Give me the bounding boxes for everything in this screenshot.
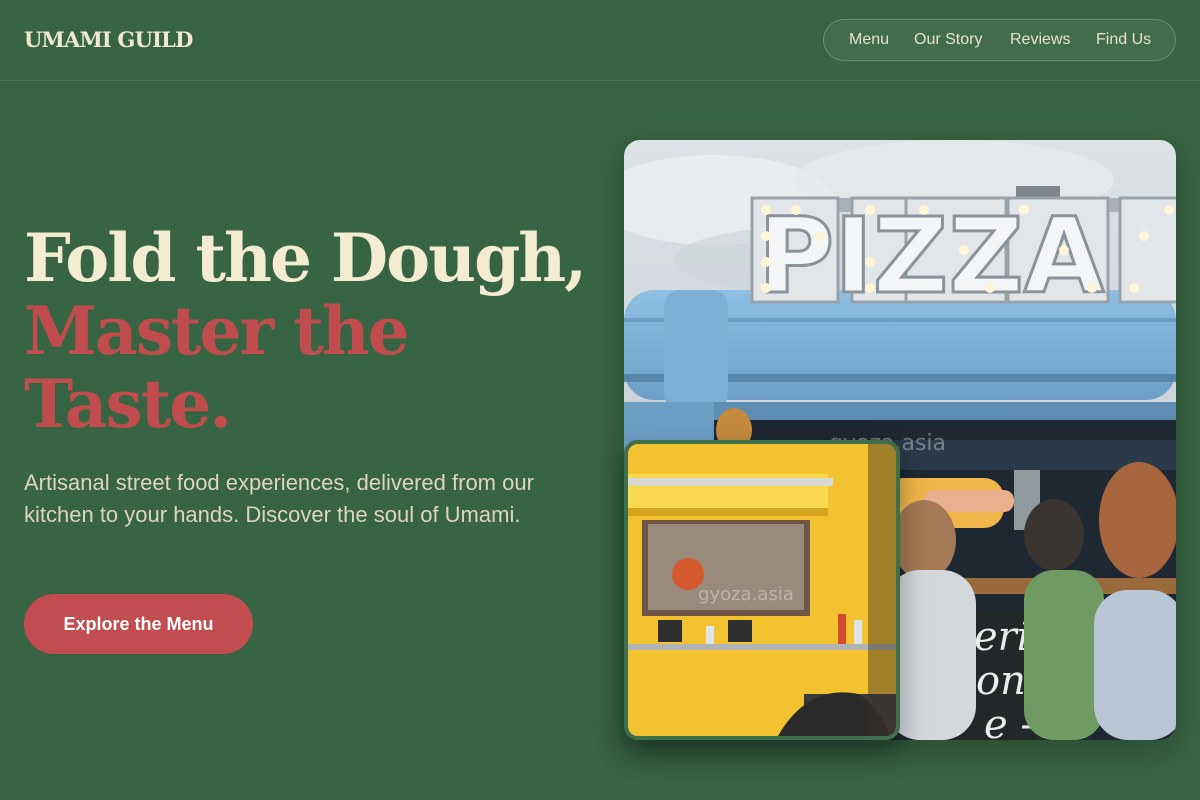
- nav-item-reviews[interactable]: Reviews: [1010, 31, 1070, 49]
- hero-title-line-1: Fold the Dough,: [24, 219, 587, 297]
- nav-item-find-us[interactable]: Find Us: [1096, 31, 1151, 49]
- nav-item-menu[interactable]: Menu: [849, 31, 889, 49]
- site-header: UMAMI GUILD Menu Our Story Reviews Find …: [0, 0, 1200, 81]
- hero-title: Fold the Dough, Master the Taste.: [24, 219, 587, 443]
- brand-logo[interactable]: UMAMI GUILD: [24, 27, 193, 52]
- yellow-truck-image: gyoza.asia: [624, 440, 900, 740]
- inset-image-watermark: gyoza.asia: [698, 584, 794, 605]
- explore-menu-button[interactable]: Explore the Menu: [24, 594, 253, 654]
- hero-subtitle: Artisanal street food experiences, deliv…: [24, 470, 534, 527]
- pizza-sign-text: PIZZA: [758, 195, 1104, 317]
- hero-title-line-2: Master the: [24, 292, 410, 370]
- nav-item-our-story[interactable]: Our Story: [914, 31, 982, 49]
- hero-title-line-3: Taste.: [24, 365, 232, 443]
- main-nav: Menu Our Story Reviews Find Us: [823, 19, 1176, 61]
